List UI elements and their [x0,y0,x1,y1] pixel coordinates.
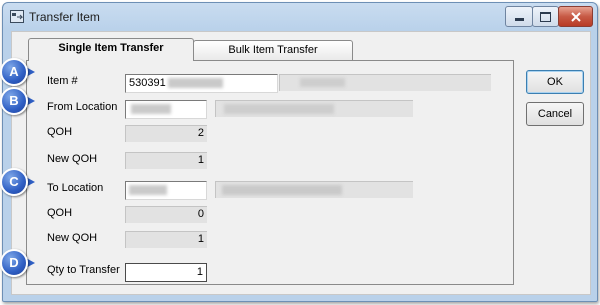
tab-bulk-item-transfer[interactable]: Bulk Item Transfer [193,40,353,61]
to-new-qoh-label: New QOH [47,232,98,244]
callout-b-badge: B [0,87,28,115]
maximize-icon [540,11,551,22]
from-location-redacted [131,104,171,114]
from-location-combo[interactable] [125,100,207,119]
callout-d-badge: D [0,249,28,277]
item-description-redacted [300,78,345,87]
close-button[interactable] [558,6,593,27]
from-location-name-redacted [224,104,334,114]
item-number-combo[interactable]: 530391 [125,74,278,93]
item-number-label: Item # [47,75,78,87]
to-qoh-field: 0 [125,206,207,223]
cancel-button[interactable]: Cancel [526,102,584,126]
from-location-label: From Location [47,101,118,113]
to-location-name-field [215,181,413,198]
ok-button[interactable]: OK [526,70,584,94]
item-description-field [279,74,491,91]
to-location-combo[interactable] [125,181,207,200]
from-qoh-label: QOH [47,126,73,138]
qty-to-transfer-input[interactable]: 1 [125,263,207,282]
single-item-transfer-panel: Item # 530391 From Location QOH 2 New QO… [26,60,514,285]
from-new-qoh-label: New QOH [47,153,98,165]
maximize-button[interactable] [532,6,559,27]
to-location-redacted [129,185,167,195]
to-qoh-label: QOH [47,207,73,219]
to-new-qoh-field: 1 [125,231,207,248]
qty-to-transfer-label: Qty to Transfer [47,264,120,276]
window-title: Transfer Item [29,10,100,24]
from-location-name-field [215,100,413,117]
item-number-value: 530391 [129,77,166,89]
close-icon [570,11,581,22]
from-new-qoh-field: 1 [125,152,207,169]
minimize-icon [514,18,524,21]
to-location-name-redacted [222,185,342,195]
minimize-button[interactable] [505,6,533,27]
to-location-label: To Location [47,182,104,194]
callout-c-badge: C [0,168,28,196]
callout-a-badge: A [0,58,28,86]
item-number-redacted [168,78,223,88]
transfer-item-window: Transfer Item Single Item Transfer Bulk … [2,2,598,302]
from-qoh-field: 2 [125,125,207,142]
tab-single-item-transfer[interactable]: Single Item Transfer [28,38,194,61]
app-icon [10,10,24,23]
dialog-client-area: Single Item Transfer Bulk Item Transfer … [11,31,591,295]
title-bar: Transfer Item [3,3,597,31]
